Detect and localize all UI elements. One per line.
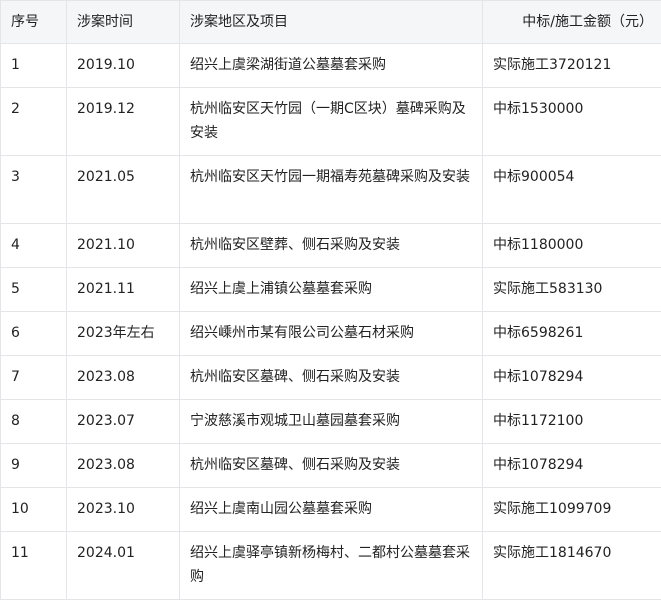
cell-time: 2024.01: [66, 531, 180, 600]
cell-project: 杭州临安区天竹园（一期C区块）墓碑采购及安装: [179, 87, 483, 156]
cell-amount: 实际施工1814670: [482, 531, 661, 600]
header-row: 序号 涉案时间 涉案地区及项目 中标/施工金额（元）: [0, 0, 661, 44]
cell-time: 2023.08: [66, 355, 180, 400]
table-row: 8 2023.07 宁波慈溪市观城卫山墓园墓套采购 中标1172100: [0, 399, 661, 444]
cell-time: 2021.05: [66, 155, 180, 224]
cell-project: 绍兴嵊州市某有限公司公墓石材采购: [179, 311, 483, 356]
cell-no: 10: [0, 487, 67, 532]
cell-time: 2019.10: [66, 43, 180, 88]
table-header: 序号 涉案时间 涉案地区及项目 中标/施工金额（元）: [0, 0, 661, 44]
table-body: 1 2019.10 绍兴上虞梁湖街道公墓墓套采购 实际施工3720121 2 2…: [0, 43, 661, 600]
cell-amount: 中标1180000: [482, 223, 661, 268]
cell-project: 杭州临安区天竹园一期福寿苑墓碑采购及安装: [179, 155, 483, 224]
cell-time: 2023年左右: [66, 311, 180, 356]
cell-time: 2021.10: [66, 223, 180, 268]
cell-time: 2023.07: [66, 399, 180, 444]
cell-time: 2023.10: [66, 487, 180, 532]
cell-amount: 中标900054: [482, 155, 661, 224]
table-row: 3 2021.05 杭州临安区天竹园一期福寿苑墓碑采购及安装 中标900054: [0, 155, 661, 224]
cell-amount: 实际施工583130: [482, 267, 661, 312]
cell-amount: 中标1530000: [482, 87, 661, 156]
cell-time: 2023.08: [66, 443, 180, 488]
table-row: 4 2021.10 杭州临安区壁葬、侧石采购及安装 中标1180000: [0, 223, 661, 268]
cell-no: 8: [0, 399, 67, 444]
cell-time: 2021.11: [66, 267, 180, 312]
cell-project: 杭州临安区壁葬、侧石采购及安装: [179, 223, 483, 268]
cell-time: 2019.12: [66, 87, 180, 156]
cell-no: 4: [0, 223, 67, 268]
cell-project: 杭州临安区墓碑、侧石采购及安装: [179, 355, 483, 400]
table-row: 11 2024.01 绍兴上虞驿亭镇新杨梅村、二都村公墓墓套采购 实际施工181…: [0, 531, 661, 600]
cell-project: 宁波慈溪市观城卫山墓园墓套采购: [179, 399, 483, 444]
cell-project: 绍兴上虞上浦镇公墓墓套采购: [179, 267, 483, 312]
header-project: 涉案地区及项目: [179, 0, 483, 44]
table-row: 6 2023年左右 绍兴嵊州市某有限公司公墓石材采购 中标6598261: [0, 311, 661, 356]
header-no: 序号: [0, 0, 67, 44]
cell-no: 2: [0, 87, 67, 156]
cell-project: 杭州临安区墓碑、侧石采购及安装: [179, 443, 483, 488]
table-row: 9 2023.08 杭州临安区墓碑、侧石采购及安装 中标1078294: [0, 443, 661, 488]
cell-amount: 中标6598261: [482, 311, 661, 356]
table-row: 10 2023.10 绍兴上虞南山园公墓墓套采购 实际施工1099709: [0, 487, 661, 532]
cell-amount: 实际施工3720121: [482, 43, 661, 88]
cell-project: 绍兴上虞梁湖街道公墓墓套采购: [179, 43, 483, 88]
cell-no: 5: [0, 267, 67, 312]
cell-project: 绍兴上虞驿亭镇新杨梅村、二都村公墓墓套采购: [179, 531, 483, 600]
cell-project: 绍兴上虞南山园公墓墓套采购: [179, 487, 483, 532]
cell-no: 6: [0, 311, 67, 356]
table-row: 2 2019.12 杭州临安区天竹园（一期C区块）墓碑采购及安装 中标15300…: [0, 87, 661, 156]
header-time: 涉案时间: [66, 0, 180, 44]
table-row: 1 2019.10 绍兴上虞梁湖街道公墓墓套采购 实际施工3720121: [0, 43, 661, 88]
cell-no: 7: [0, 355, 67, 400]
table-row: 5 2021.11 绍兴上虞上浦镇公墓墓套采购 实际施工583130: [0, 267, 661, 312]
cell-no: 1: [0, 43, 67, 88]
cell-no: 9: [0, 443, 67, 488]
header-amount: 中标/施工金额（元）: [482, 0, 661, 44]
cell-amount: 中标1078294: [482, 443, 661, 488]
cell-no: 11: [0, 531, 67, 600]
cell-amount: 实际施工1099709: [482, 487, 661, 532]
cell-no: 3: [0, 155, 67, 224]
cell-amount: 中标1078294: [482, 355, 661, 400]
table-row: 7 2023.08 杭州临安区墓碑、侧石采购及安装 中标1078294: [0, 355, 661, 400]
case-table: 序号 涉案时间 涉案地区及项目 中标/施工金额（元） 1 2019.10 绍兴上…: [0, 0, 661, 600]
cell-amount: 中标1172100: [482, 399, 661, 444]
